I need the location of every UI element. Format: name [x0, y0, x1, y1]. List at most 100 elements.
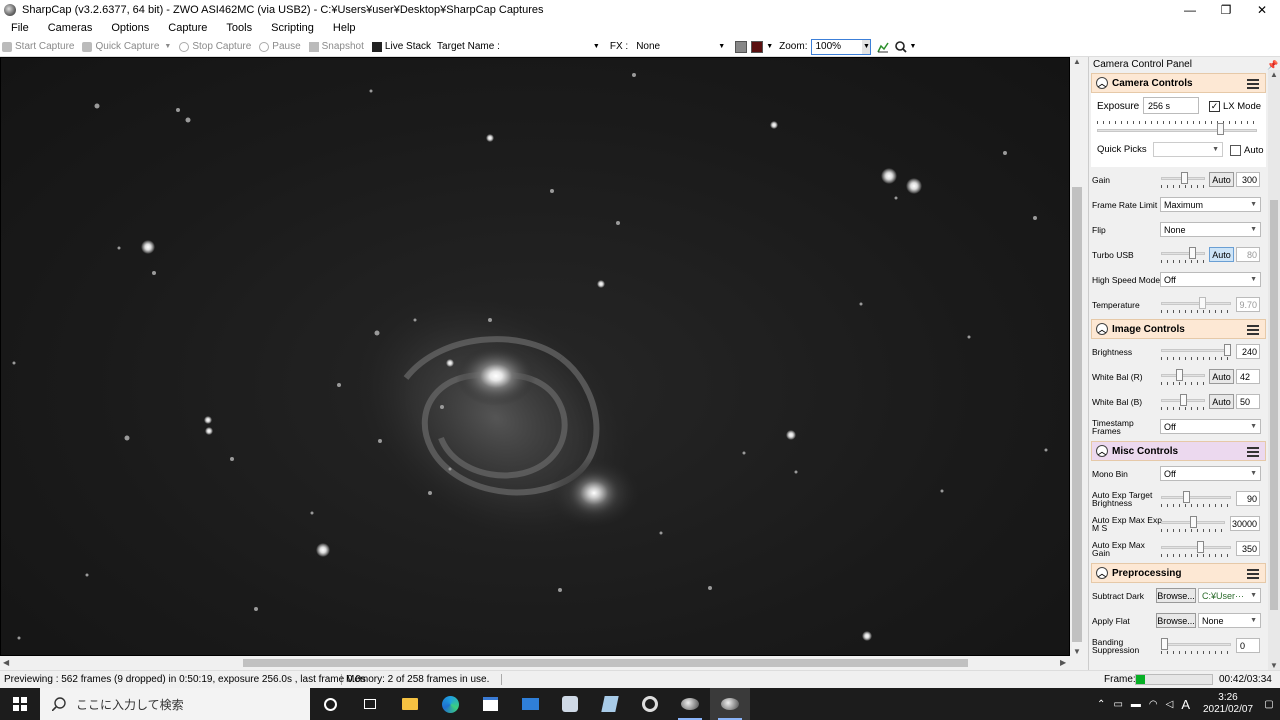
banding-value[interactable]: 0 [1236, 638, 1260, 653]
gain-auto-button[interactable]: Auto [1209, 172, 1234, 187]
subtract-dark-browse-button[interactable]: Browse... [1156, 588, 1196, 603]
scroll-down-icon[interactable]: ▼ [1270, 661, 1278, 670]
frame-rate-dropdown[interactable]: Maximum ▼ [1160, 197, 1261, 212]
hamburger-menu-icon[interactable] [1247, 567, 1259, 579]
zoom-combo[interactable]: 100% ▼ [811, 38, 872, 55]
red-swatch-icon[interactable] [751, 40, 764, 53]
ae-maxexp-slider[interactable] [1161, 516, 1225, 532]
exposure-input[interactable]: 256 s [1143, 97, 1199, 114]
scroll-right-icon[interactable]: ▶ [1060, 658, 1066, 667]
image-controls-header[interactable]: ︿ Image Controls [1091, 319, 1266, 339]
collapse-icon[interactable]: ︿ [1096, 567, 1108, 579]
exposure-slider[interactable] [1097, 121, 1257, 137]
apply-flat-dropdown[interactable]: None ▼ [1198, 613, 1261, 628]
sharpcap-taskbar-button-1[interactable] [670, 688, 710, 720]
close-button[interactable]: ✕ [1244, 0, 1280, 19]
live-stack-button[interactable]: Live Stack [370, 41, 431, 52]
volume-icon[interactable]: ◁ [1166, 699, 1174, 710]
paint-app-button[interactable] [550, 688, 590, 720]
slider-knob[interactable] [1217, 123, 1224, 135]
ime-indicator[interactable]: A [1181, 697, 1190, 712]
ae-target-slider[interactable] [1161, 491, 1231, 507]
high-speed-dropdown[interactable]: Off ▼ [1160, 272, 1261, 287]
lx-mode-checkbox[interactable]: ✓ [1209, 101, 1220, 112]
turbo-usb-value[interactable]: 80 [1236, 247, 1260, 262]
sharpcap-taskbar-button-2[interactable] [710, 688, 750, 720]
preview-vertical-scrollbar[interactable]: ▲ ▼ [1070, 57, 1084, 656]
timestamp-dropdown[interactable]: Off ▼ [1160, 419, 1261, 434]
gray-swatch-icon[interactable] [735, 40, 748, 53]
ae-maxexp-value[interactable]: 30000 [1230, 516, 1260, 531]
scroll-thumb[interactable] [1270, 200, 1278, 610]
menu-tools[interactable]: Tools [215, 22, 260, 34]
collapse-icon[interactable]: ︿ [1096, 323, 1108, 335]
fx-combo[interactable]: None ▼ [632, 38, 730, 55]
scroll-up-icon[interactable]: ▲ [1270, 70, 1278, 79]
notification-icon[interactable]: ▢ [1258, 699, 1280, 710]
scroll-left-icon[interactable]: ◀ [3, 658, 9, 667]
image-preview[interactable] [0, 57, 1070, 656]
dropdown-arrow-icon[interactable]: ▼ [766, 43, 773, 50]
target-name-combo[interactable]: ▼ [503, 38, 604, 55]
cortana-button[interactable] [310, 688, 350, 720]
file-explorer-button[interactable] [390, 688, 430, 720]
ae-maxgain-slider[interactable] [1161, 541, 1231, 557]
slider-knob[interactable] [1181, 172, 1188, 184]
start-capture-button[interactable]: Start Capture [0, 41, 74, 52]
maximize-button[interactable]: ❐ [1208, 0, 1244, 19]
menu-cameras[interactable]: Cameras [37, 22, 101, 34]
wb-r-slider[interactable] [1161, 369, 1205, 385]
wb-r-value[interactable]: 42 [1236, 369, 1260, 384]
battery-icon[interactable]: ▬ [1131, 699, 1141, 710]
wifi-icon[interactable]: ◠ [1149, 699, 1158, 710]
dropdown-arrow-icon[interactable]: ▼ [164, 43, 171, 50]
gain-value[interactable]: 300 [1236, 172, 1260, 187]
slider-knob[interactable] [1180, 394, 1187, 406]
hamburger-menu-icon[interactable] [1247, 323, 1259, 335]
subtract-dark-dropdown[interactable]: C:¥User··· ▼ [1198, 588, 1261, 603]
ae-target-value[interactable]: 90 [1236, 491, 1260, 506]
menu-help[interactable]: Help [322, 22, 364, 34]
menu-scripting[interactable]: Scripting [260, 22, 322, 34]
edge-button[interactable] [430, 688, 470, 720]
wb-r-auto-button[interactable]: Auto [1209, 369, 1234, 384]
preprocessing-header[interactable]: ︿ Preprocessing [1091, 563, 1266, 583]
clock[interactable]: 3:26 2021/02/07 [1198, 692, 1258, 716]
flip-dropdown[interactable]: None ▼ [1160, 222, 1261, 237]
hamburger-menu-icon[interactable] [1247, 445, 1259, 457]
brightness-value[interactable]: 240 [1236, 344, 1260, 359]
slider-knob[interactable] [1189, 247, 1196, 259]
collapse-icon[interactable]: ︿ [1096, 77, 1108, 89]
task-view-button[interactable] [350, 688, 390, 720]
taskbar-search[interactable]: ここに入力して検索 [40, 688, 310, 720]
banding-slider[interactable] [1161, 638, 1231, 654]
menu-file[interactable]: File [0, 22, 37, 34]
misc-controls-header[interactable]: ︿ Misc Controls [1091, 441, 1266, 461]
menu-options[interactable]: Options [100, 22, 157, 34]
gain-slider[interactable] [1161, 172, 1205, 188]
scroll-down-icon[interactable]: ▼ [1073, 647, 1081, 656]
scroll-thumb[interactable] [1072, 187, 1082, 642]
turbo-usb-slider[interactable] [1161, 247, 1205, 263]
scroll-up-icon[interactable]: ▲ [1073, 57, 1081, 66]
slider-knob[interactable] [1190, 516, 1197, 528]
notes-app-button[interactable] [590, 688, 630, 720]
preview-horizontal-scrollbar[interactable]: ◀ ▶ [0, 656, 1084, 670]
hamburger-menu-icon[interactable] [1247, 77, 1259, 89]
wb-b-slider[interactable] [1161, 394, 1205, 410]
wb-b-auto-button[interactable]: Auto [1209, 394, 1234, 409]
chevron-up-icon[interactable]: ⌃ [1097, 699, 1105, 710]
slider-knob[interactable] [1161, 638, 1168, 650]
network-icon[interactable]: ▭ [1113, 699, 1122, 710]
store-button[interactable] [470, 688, 510, 720]
turbo-usb-auto-button[interactable]: Auto [1209, 247, 1234, 262]
mono-bin-dropdown[interactable]: Off ▼ [1160, 466, 1261, 481]
collapse-icon[interactable]: ︿ [1096, 445, 1108, 457]
apply-flat-browse-button[interactable]: Browse... [1156, 613, 1196, 628]
slider-knob[interactable] [1224, 344, 1231, 356]
panel-scrollbar[interactable]: ▲ ▼ [1268, 70, 1280, 670]
dropdown-arrow-icon[interactable]: ▼ [909, 43, 916, 50]
start-button[interactable] [0, 688, 40, 720]
quick-capture-button[interactable]: Quick Capture ▼ [80, 41, 171, 52]
ae-maxgain-value[interactable]: 350 [1236, 541, 1260, 556]
